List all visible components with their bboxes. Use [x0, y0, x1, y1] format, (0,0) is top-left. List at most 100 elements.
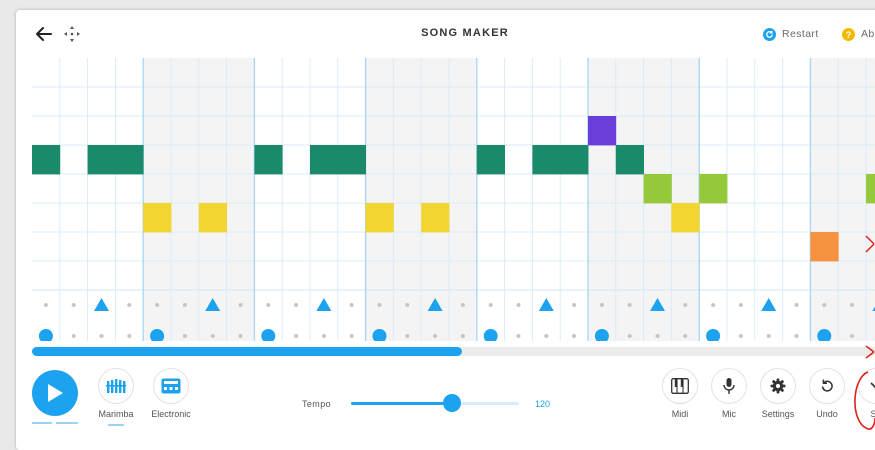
midi-label: Midi	[671, 409, 689, 419]
tempo-slider-handle[interactable]	[442, 394, 461, 412]
note-block	[143, 203, 172, 233]
undo-icon	[809, 368, 845, 404]
note-block	[615, 145, 644, 175]
about-label: Ab	[861, 28, 875, 40]
note-block	[198, 203, 227, 233]
note-block	[532, 145, 561, 175]
percussion-circle	[38, 329, 53, 341]
note-block	[699, 174, 728, 204]
percussion-dot	[794, 303, 799, 307]
note-block	[115, 145, 144, 175]
percussion-dot	[683, 334, 688, 338]
restart-button[interactable]: Restart	[763, 26, 819, 42]
percussion-dot	[627, 303, 632, 307]
svg-text:?: ?	[846, 29, 852, 39]
instrument-label: Marimba	[98, 409, 134, 419]
marimba-icon	[106, 379, 126, 393]
percussion-triangle	[94, 298, 109, 311]
save-label: Sa	[870, 409, 875, 419]
percussion-dot	[266, 303, 271, 307]
percussion-dot	[627, 334, 632, 338]
percussion-dot	[460, 334, 465, 338]
progress-fill	[32, 347, 462, 356]
percussion-dot	[738, 334, 743, 338]
restart-label: Restart	[782, 28, 819, 40]
tempo-slider-fill	[351, 402, 452, 405]
percussion-dot	[238, 303, 243, 307]
percussion-dot	[210, 334, 215, 338]
instrument-label: Electronic	[151, 409, 191, 419]
percussion-dot	[516, 303, 521, 307]
percussion-dot	[127, 303, 132, 307]
song-maker-window: SONG MAKER Restart ? Ab Marimba Electron…	[16, 10, 875, 450]
note-block	[32, 145, 61, 175]
percussion-dot	[460, 303, 465, 307]
percussion-dot	[182, 334, 187, 338]
percussion-dot	[850, 334, 855, 338]
mic-label: Mic	[722, 409, 736, 419]
tempo-label: Tempo	[302, 399, 332, 409]
percussion-dot	[433, 334, 438, 338]
percussion-triangle	[761, 298, 777, 311]
percussion-dot	[127, 334, 132, 338]
restart-icon	[763, 27, 776, 41]
instrument-button-melody[interactable]: Marimba	[86, 368, 146, 419]
percussion-circle	[483, 329, 498, 341]
note-block	[310, 145, 339, 175]
note-block	[810, 232, 839, 262]
percussion-triangle	[316, 298, 332, 311]
instrument-button-rhythm[interactable]: Electronic	[141, 368, 201, 419]
percussion-dot	[321, 334, 326, 338]
percussion-dot	[516, 334, 521, 338]
percussion-dot	[405, 334, 410, 338]
percussion-dot	[349, 303, 354, 307]
shaded-bar	[810, 58, 875, 341]
percussion-dot	[238, 334, 243, 338]
percussion-circle	[706, 329, 721, 341]
percussion-dot	[155, 303, 160, 307]
percussion-dot	[655, 334, 660, 338]
percussion-dot	[599, 303, 604, 307]
percussion-dot	[822, 303, 827, 307]
percussion-dot	[683, 303, 688, 307]
percussion-dot	[294, 303, 299, 307]
note-block	[337, 145, 366, 175]
chevron-down-icon	[858, 368, 875, 404]
save-button[interactable]: Sa	[846, 368, 875, 419]
note-grid[interactable]	[32, 58, 875, 341]
percussion-dot	[572, 303, 577, 307]
note-block	[254, 145, 283, 175]
play-button[interactable]	[32, 370, 78, 416]
song-progress-bar[interactable]	[32, 347, 875, 356]
control-bar: Marimba Electronic Tempo 120 Midi Mic Se…	[16, 362, 875, 450]
percussion-dot	[182, 303, 187, 307]
about-button[interactable]: ? Ab	[842, 26, 875, 42]
percussion-dot	[349, 334, 354, 338]
percussion-dot	[405, 303, 410, 307]
microphone-icon	[711, 368, 747, 404]
percussion-dot	[99, 334, 104, 338]
percussion-dot	[850, 303, 855, 307]
tempo-slider[interactable]	[351, 402, 519, 405]
gear-icon	[760, 368, 796, 404]
instrument-underline	[108, 424, 124, 426]
tempo-value: 120	[535, 399, 551, 409]
instrument-icon-circle	[98, 368, 134, 404]
note-block	[588, 116, 617, 146]
note-block	[476, 145, 505, 175]
percussion-dot	[43, 303, 48, 307]
page-title: SONG MAKER	[421, 27, 509, 39]
electronic-drum-icon	[161, 378, 181, 394]
note-block	[866, 174, 875, 204]
undo-label: Undo	[816, 409, 838, 419]
percussion-dot	[71, 303, 76, 307]
header: SONG MAKER Restart ? Ab	[16, 10, 875, 58]
percussion-dot	[711, 303, 716, 307]
percussion-dot	[488, 303, 493, 307]
percussion-dot	[71, 334, 76, 338]
percussion-dot	[738, 303, 743, 307]
percussion-dot	[544, 334, 549, 338]
play-underline	[32, 422, 52, 424]
percussion-dot	[766, 334, 771, 338]
settings-label: Settings	[761, 409, 795, 419]
